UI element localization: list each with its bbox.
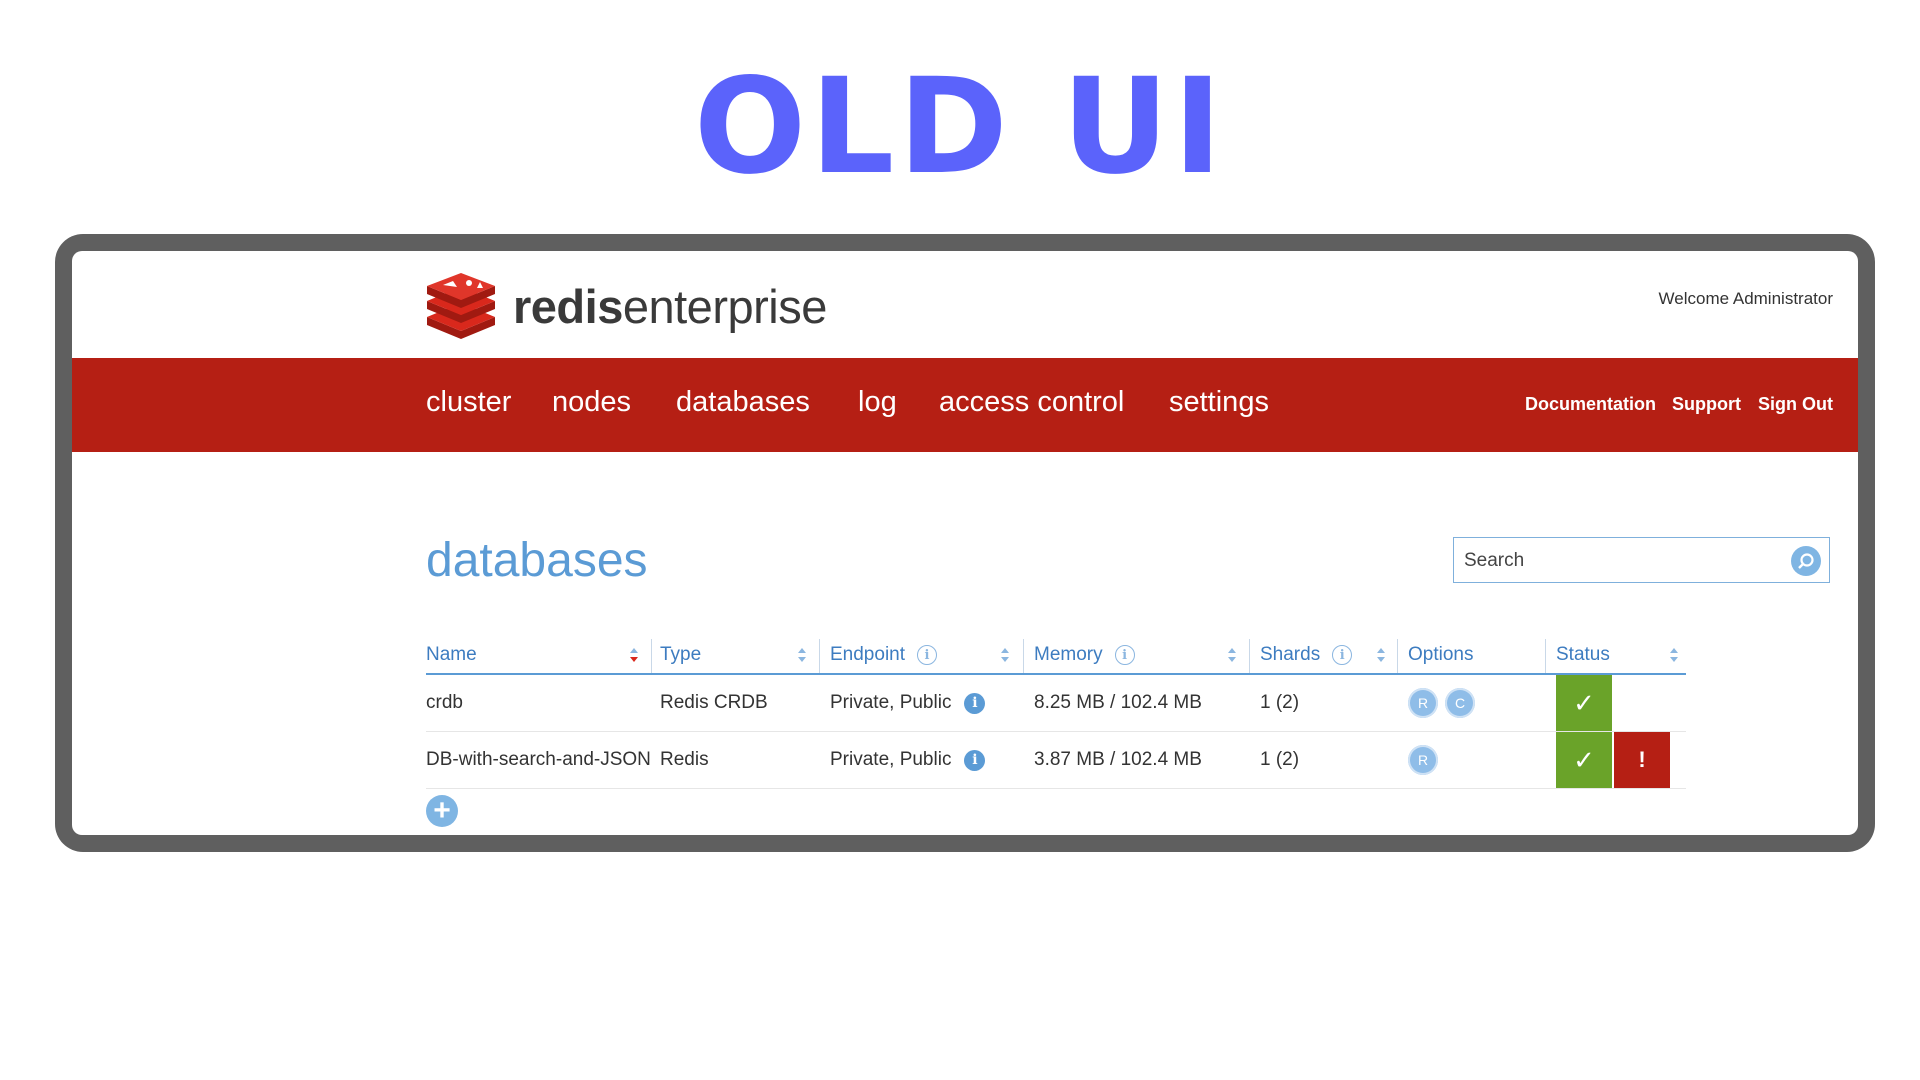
sort-icon[interactable] <box>1376 646 1386 664</box>
sort-icon[interactable] <box>1000 646 1010 664</box>
sign-out-link[interactable]: Sign Out <box>1758 394 1833 415</box>
column-label-name: Name <box>426 644 477 665</box>
cell-shards: 1 (2) <box>1260 749 1300 770</box>
table-row[interactable]: DB-with-search-and-JSON Redis Private, P… <box>426 732 1686 789</box>
cell-memory: 3.87 MB / 102.4 MB <box>1034 749 1202 770</box>
old-ui-headline: OLD UI <box>693 50 1227 204</box>
status-error-icon[interactable]: ! <box>1614 732 1670 788</box>
info-icon[interactable]: i <box>1332 645 1353 665</box>
endpoint-text: Private, Public <box>830 692 952 713</box>
cell-shards: 1 (2) <box>1260 692 1300 713</box>
column-label-shards: Shards <box>1260 644 1321 665</box>
cell-type: Redis <box>660 749 709 770</box>
app-screen: redisenterprise Welcome Administrator cl… <box>72 251 1858 835</box>
redis-enterprise-logo[interactable]: redisenterprise <box>423 268 827 344</box>
nav-item-settings[interactable]: settings <box>1169 386 1269 419</box>
logo-wordmark: redisenterprise <box>513 279 827 334</box>
column-header-memory[interactable]: Memory i <box>1024 639 1250 673</box>
column-divider <box>651 639 652 673</box>
status-ok-icon[interactable]: ✓ <box>1556 675 1612 731</box>
option-replication-badge[interactable]: R <box>1408 688 1438 718</box>
nav-item-access-control[interactable]: access control <box>939 386 1124 419</box>
search-box <box>1453 537 1830 584</box>
nav-item-log[interactable]: log <box>858 386 897 419</box>
support-link[interactable]: Support <box>1672 394 1741 415</box>
redis-logo-icon <box>427 273 495 339</box>
column-header-name[interactable]: Name <box>426 639 652 673</box>
search-icon[interactable] <box>1791 546 1821 576</box>
column-header-endpoint[interactable]: Endpoint i <box>820 639 1024 673</box>
nav-item-nodes[interactable]: nodes <box>552 386 631 419</box>
add-database-button[interactable]: + <box>426 795 458 827</box>
column-label-memory: Memory <box>1034 644 1103 665</box>
nav-item-cluster[interactable]: cluster <box>426 386 511 419</box>
magnifier-icon <box>1798 553 1814 569</box>
logo-text-bold: redis <box>513 279 623 333</box>
column-label-status: Status <box>1556 644 1610 665</box>
table-header: Name Type Endpoint i Memory i Shards i O… <box>426 637 1686 675</box>
sort-icon[interactable] <box>1227 646 1237 664</box>
screenshot-frame: redisenterprise Welcome Administrator cl… <box>55 234 1875 852</box>
column-label-type: Type <box>660 644 702 665</box>
databases-table: Name Type Endpoint i Memory i Shards i O… <box>426 637 1686 789</box>
welcome-message: Welcome Administrator <box>1658 289 1833 308</box>
endpoint-text: Private, Public <box>830 749 952 770</box>
cell-endpoint: Private, Public i <box>830 732 1020 788</box>
info-icon[interactable]: i <box>1114 645 1135 665</box>
cell-endpoint: Private, Public i <box>830 675 1020 731</box>
column-header-type[interactable]: Type <box>660 639 820 673</box>
cell-name[interactable]: DB-with-search-and-JSON <box>426 732 656 788</box>
cell-options: R C <box>1408 675 1538 731</box>
column-label-endpoint: Endpoint <box>830 644 906 665</box>
column-header-status[interactable]: Status <box>1546 641 1686 669</box>
info-icon[interactable]: i <box>917 645 938 665</box>
page-title: databases <box>426 534 648 587</box>
table-row[interactable]: crdb Redis CRDB Private, Public i 8.25 M… <box>426 675 1686 732</box>
column-header-options: Options <box>1398 639 1546 673</box>
sort-icon[interactable] <box>1669 646 1679 664</box>
option-replication-badge[interactable]: R <box>1408 745 1438 775</box>
cell-type: Redis CRDB <box>660 692 768 713</box>
documentation-link[interactable]: Documentation <box>1525 394 1656 415</box>
cell-options: R <box>1408 732 1538 788</box>
cell-memory: 8.25 MB / 102.4 MB <box>1034 692 1202 713</box>
sort-desc-icon[interactable] <box>629 646 639 664</box>
info-icon[interactable]: i <box>964 692 986 714</box>
logo-text-light: enterprise <box>622 279 828 333</box>
column-label-options: Options <box>1408 644 1474 665</box>
search-input[interactable] <box>1462 538 1786 584</box>
column-header-shards[interactable]: Shards i <box>1250 639 1398 673</box>
nav-item-databases[interactable]: databases <box>676 386 810 419</box>
status-ok-icon[interactable]: ✓ <box>1556 732 1612 788</box>
option-crdb-badge[interactable]: C <box>1445 688 1475 718</box>
main-navbar: cluster nodes databases log access contr… <box>72 358 1858 452</box>
cell-name[interactable]: crdb <box>426 675 656 731</box>
info-icon[interactable]: i <box>964 749 986 771</box>
sort-icon[interactable] <box>797 646 807 664</box>
